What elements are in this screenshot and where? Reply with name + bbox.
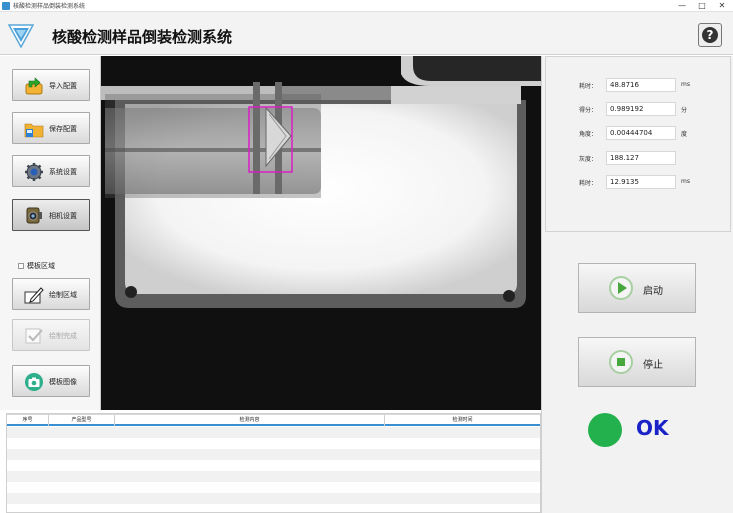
param-row: 灰度： 188.127 xyxy=(546,151,732,165)
page-title: 核酸检测样品倒装检测系统 xyxy=(52,28,233,46)
gear-icon xyxy=(25,163,43,181)
status-indicator xyxy=(588,413,622,447)
draw-region-label: 绘制区域 xyxy=(49,291,77,299)
param-unit: ms xyxy=(681,178,690,185)
save-config-label: 保存配置 xyxy=(49,125,77,133)
stop-button[interactable]: 停止 xyxy=(578,337,696,387)
param-value: 48.8716 xyxy=(606,78,676,92)
check-icon xyxy=(25,328,43,344)
help-button[interactable]: ? xyxy=(698,23,722,47)
play-icon xyxy=(609,276,633,300)
param-label: 角度： xyxy=(579,131,598,138)
param-label: 灰度： xyxy=(579,156,598,163)
app-icon xyxy=(2,2,10,10)
sidebar: 导入配置 保存配置 系统设置 相机设置 模板区域 绘制区域 绘制完成 模板图像 xyxy=(0,56,101,410)
table-row[interactable] xyxy=(7,471,540,482)
right-panel: 耗时： 48.8716 ms 得分： 0.989192 分 角度： 0.0044… xyxy=(541,56,733,513)
column-header-model[interactable]: 产品型号 xyxy=(49,415,115,426)
table-row[interactable] xyxy=(7,460,540,471)
camera-icon xyxy=(26,207,42,224)
maximize-button[interactable]: □ xyxy=(696,1,708,11)
params-panel: 耗时： 48.8716 ms 得分： 0.989192 分 角度： 0.0044… xyxy=(545,56,731,232)
param-row: 得分： 0.989192 分 xyxy=(546,102,732,116)
column-header-index[interactable]: 序号 xyxy=(7,415,49,426)
camera-view[interactable] xyxy=(101,56,541,410)
draw-complete-button[interactable]: 绘制完成 xyxy=(12,319,90,351)
save-folder-icon xyxy=(24,123,44,138)
param-label: 耗时： xyxy=(579,83,598,90)
table-row[interactable] xyxy=(7,493,540,504)
param-label: 耗时： xyxy=(579,180,598,187)
param-value: 12.9135 xyxy=(606,175,676,189)
draw-complete-label: 绘制完成 xyxy=(49,332,77,340)
status-text: OK xyxy=(636,416,669,440)
param-unit: ms xyxy=(681,81,690,88)
param-value: 0.989192 xyxy=(606,102,676,116)
minimize-button[interactable]: — xyxy=(676,1,688,11)
help-icon: ? xyxy=(702,27,718,43)
draw-pen-icon xyxy=(24,287,44,304)
table-row[interactable] xyxy=(7,482,540,493)
template-image-button[interactable]: 模板图像 xyxy=(12,365,90,397)
results-table[interactable]: 序号 产品型号 检测内容 检测时间 xyxy=(6,413,541,513)
save-config-button[interactable]: 保存配置 xyxy=(12,112,90,144)
app-header: 核酸检测样品倒装检测系统 ? xyxy=(0,12,733,55)
camera-frame-image xyxy=(101,56,541,410)
window-title: 核酸检测样品倒装检测系统 xyxy=(13,3,86,10)
param-value: 0.00444704 xyxy=(606,126,676,140)
stop-icon xyxy=(609,350,633,374)
roi-checkbox[interactable] xyxy=(18,263,24,269)
import-arrow-icon xyxy=(25,77,43,95)
close-button[interactable]: ✕ xyxy=(716,1,728,11)
column-header-content[interactable]: 检测内容 xyxy=(115,415,385,426)
start-button[interactable]: 启动 xyxy=(578,263,696,313)
param-row: 角度： 0.00444704 度 xyxy=(546,126,732,140)
stop-label: 停止 xyxy=(643,360,663,371)
window-titlebar: 核酸检测样品倒装检测系统 — □ ✕ xyxy=(0,0,733,12)
start-label: 启动 xyxy=(643,286,663,297)
template-image-label: 模板图像 xyxy=(49,378,77,386)
table-row[interactable] xyxy=(7,438,540,449)
draw-region-button[interactable]: 绘制区域 xyxy=(12,278,90,310)
column-header-time[interactable]: 检测时间 xyxy=(385,415,540,426)
system-settings-button[interactable]: 系统设置 xyxy=(12,155,90,187)
app-logo-icon xyxy=(8,24,34,48)
roi-checkbox-label: 模板区域 xyxy=(27,262,55,270)
param-unit: 分 xyxy=(681,107,688,114)
param-value: 188.127 xyxy=(606,151,676,165)
system-settings-label: 系统设置 xyxy=(49,168,77,176)
import-config-button[interactable]: 导入配置 xyxy=(12,69,90,101)
param-label: 得分： xyxy=(579,107,598,114)
table-row[interactable] xyxy=(7,449,540,460)
table-row[interactable] xyxy=(7,427,540,438)
param-unit: 度 xyxy=(681,131,688,138)
import-config-label: 导入配置 xyxy=(49,82,77,90)
table-header: 序号 产品型号 检测内容 检测时间 xyxy=(7,414,540,426)
param-row: 耗时： 12.9135 ms xyxy=(546,175,732,189)
camera-settings-label: 相机设置 xyxy=(49,212,77,220)
camera-settings-button[interactable]: 相机设置 xyxy=(12,199,90,231)
param-row: 耗时： 48.8716 ms xyxy=(546,78,732,92)
camera-capture-icon xyxy=(25,373,43,391)
